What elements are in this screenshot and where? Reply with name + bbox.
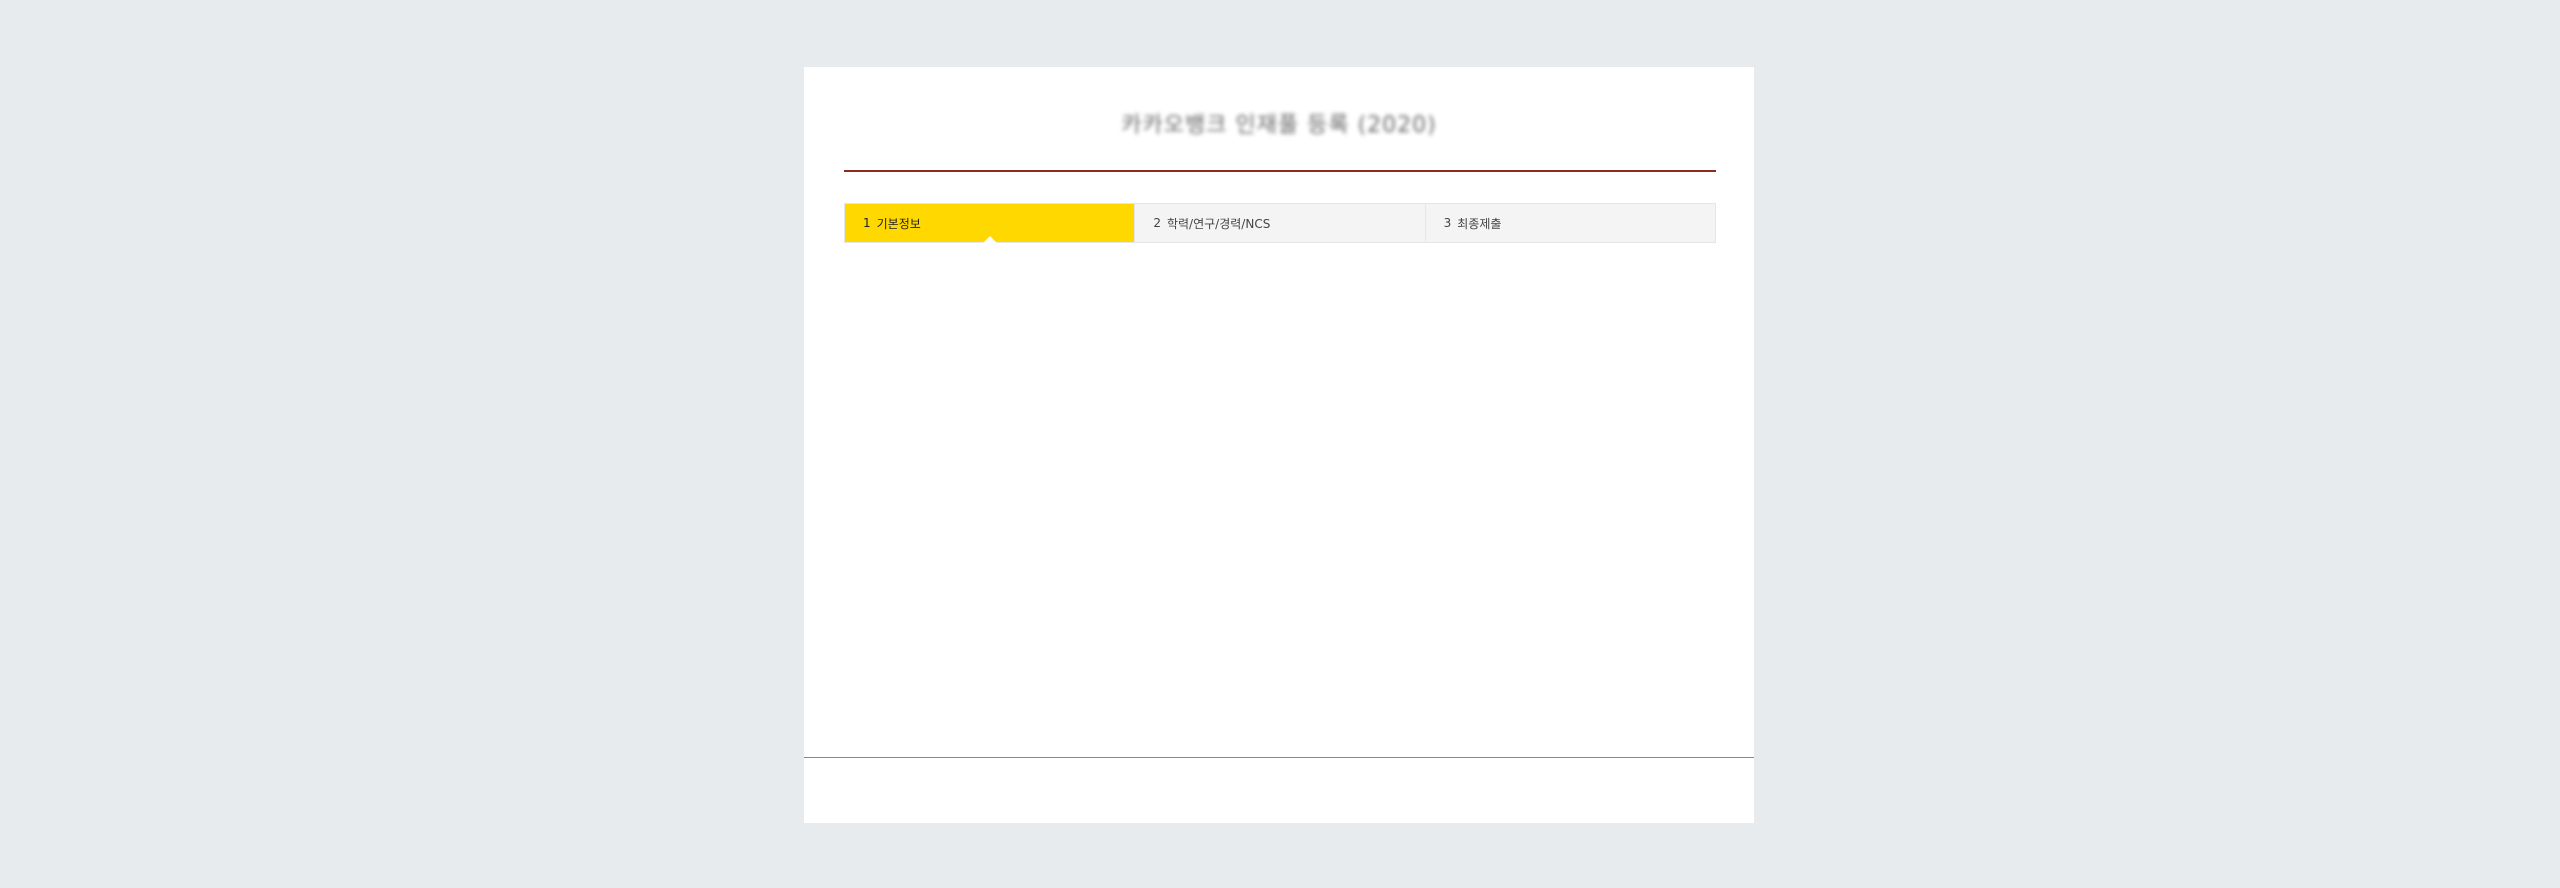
step-label: 기본정보 xyxy=(876,216,921,231)
step-number: 2 xyxy=(1153,216,1161,230)
step-number: 3 xyxy=(1443,216,1452,230)
application-card: 카카오뱅크 인재풀 등록 (2020) 1 기본정보 2 학력/연구/경력/NC… xyxy=(804,67,1754,823)
step-tab-final-submit[interactable]: 3 최종제출 xyxy=(1424,204,1715,242)
page-title: 카카오뱅크 인재풀 등록 (2020) xyxy=(1121,113,1437,138)
step-tabs: 1 기본정보 2 학력/연구/경력/NCS 3 최종제출 xyxy=(844,203,1716,243)
step-tab-basic-info[interactable]: 1 기본정보 xyxy=(845,204,1135,242)
step-label: 최종제출 xyxy=(1457,216,1502,231)
step-label: 학력/연구/경력/NCS xyxy=(1166,216,1271,231)
footer-divider xyxy=(804,757,1754,758)
step-tab-education-career[interactable]: 2 학력/연구/경력/NCS xyxy=(1134,204,1424,242)
title-divider xyxy=(844,170,1716,172)
page-header: 카카오뱅크 인재풀 등록 (2020) xyxy=(804,107,1754,139)
step-number: 1 xyxy=(863,216,871,230)
